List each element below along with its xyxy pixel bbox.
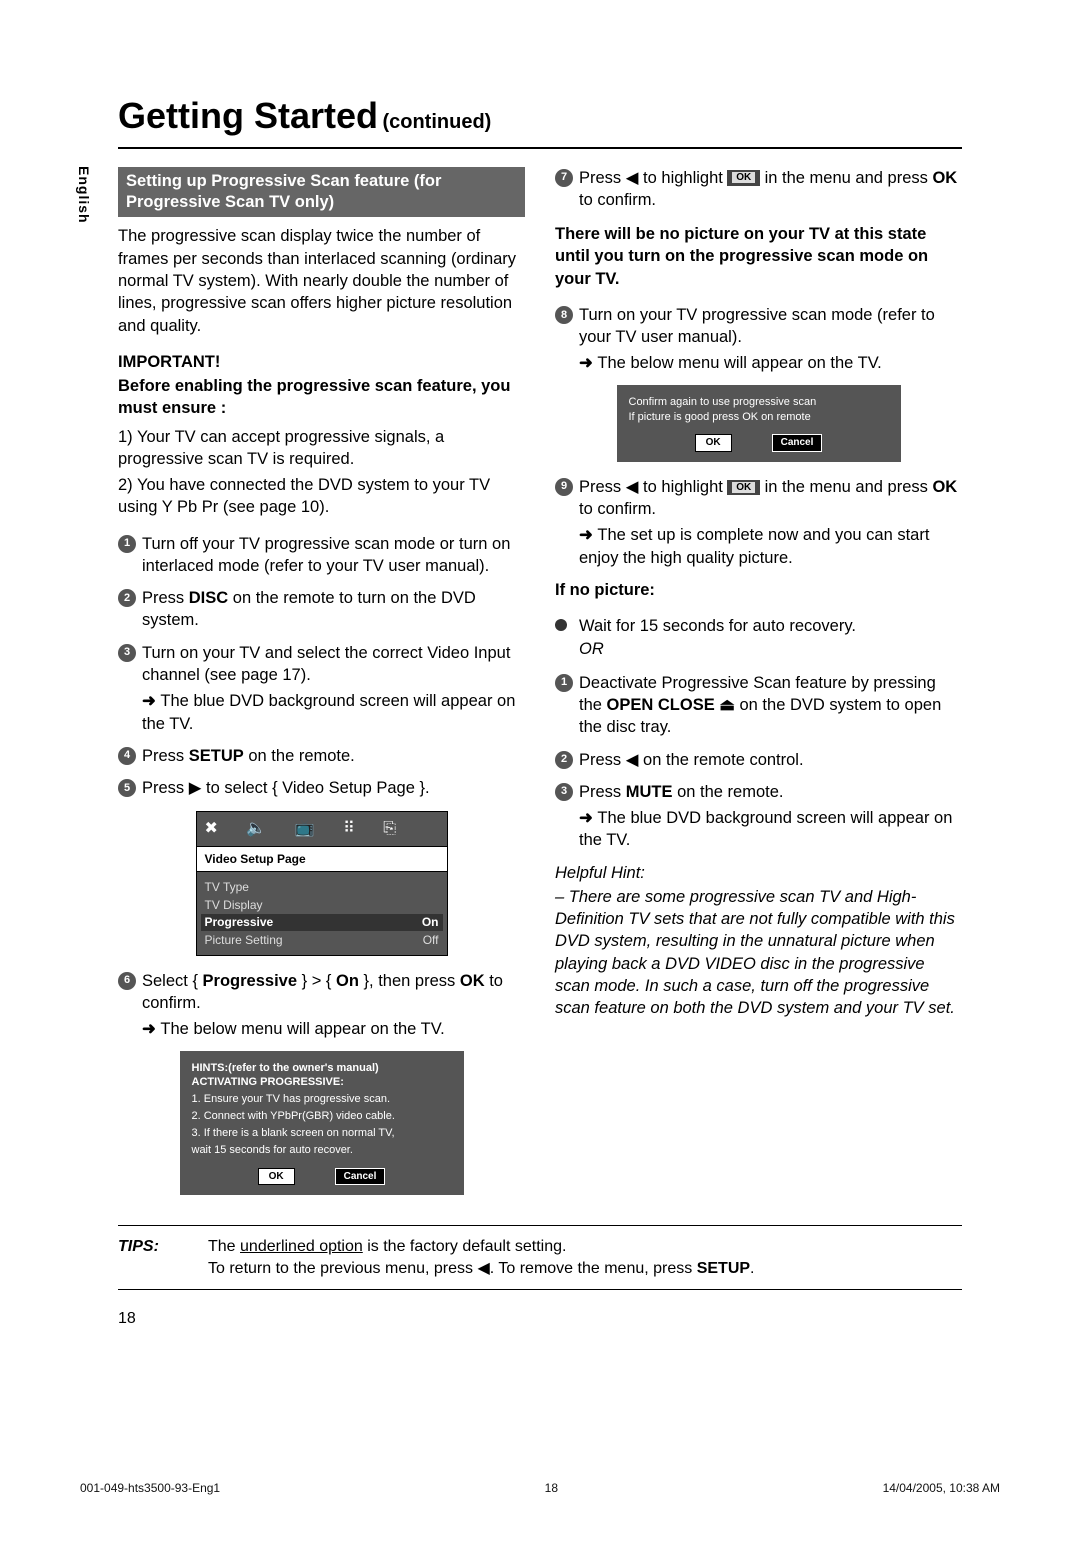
left-arrow-icon bbox=[626, 751, 639, 769]
step-4-key: SETUP bbox=[189, 747, 244, 765]
step-5-pre: Press bbox=[142, 779, 189, 797]
osd-icon-bar: ✖ 🔈 📺 ⠿ ⎘ bbox=[197, 812, 447, 846]
np-step-2: 2 Press on the remote control. bbox=[555, 749, 962, 771]
no-picture-wait: Wait for 15 seconds for auto recovery. O… bbox=[555, 615, 962, 660]
step-2-pre: Press bbox=[142, 589, 189, 607]
step-5-post: to select { Video Setup Page }. bbox=[201, 779, 429, 797]
no-picture-label: If no picture: bbox=[555, 579, 962, 601]
print-footer: 001-049-hts3500-93-Eng1 18 14/04/2005, 1… bbox=[80, 1480, 1000, 1496]
osd-hints-subtitle: ACTIVATING PROGRESSIVE: bbox=[192, 1075, 452, 1090]
helpful-hint-label: Helpful Hint: bbox=[555, 862, 962, 884]
helpful-hint-body: – There are some progressive scan TV and… bbox=[555, 886, 962, 1020]
osd-ok-button: OK bbox=[258, 1168, 295, 1186]
np-step-3-result: The blue DVD background screen will appe… bbox=[555, 807, 962, 852]
steps-list-left: 1Turn off your TV progressive scan mode … bbox=[118, 533, 525, 687]
page-title: Getting Started bbox=[118, 95, 378, 136]
step-9-result: The set up is complete now and you can s… bbox=[555, 524, 962, 569]
osd-hints-line: 3. If there is a blank screen on normal … bbox=[192, 1126, 452, 1141]
step-4-pre: Press bbox=[142, 747, 189, 765]
osd-buttons: OK Cancel bbox=[192, 1168, 452, 1186]
osd-hints-title: HINTS:(refer to the owner's manual) bbox=[192, 1061, 452, 1076]
osd-ok-button: OK bbox=[695, 434, 732, 452]
right-arrow-icon bbox=[189, 779, 202, 797]
step-3: 3Turn on your TV and select the correct … bbox=[118, 642, 525, 687]
page-title-row: Getting Started (continued) bbox=[118, 92, 962, 149]
step-8-text: Turn on your TV progressive scan mode (r… bbox=[579, 306, 935, 346]
osd-row-selected: ProgressiveOn bbox=[201, 914, 443, 930]
osd-hints-line: wait 15 seconds for auto recover. bbox=[192, 1143, 452, 1158]
no-picture-warning: There will be no picture on your TV at t… bbox=[555, 223, 962, 290]
osd-title: Video Setup Page bbox=[197, 846, 447, 872]
step-6: 6 Select { Progressive } > { On }, then … bbox=[118, 970, 525, 1015]
step-2: 2 Press DISC on the remote to turn on th… bbox=[118, 587, 525, 632]
tips-footer: TIPS: The underlined option is the facto… bbox=[118, 1225, 962, 1290]
osd-body: TV Type TV Display ProgressiveOn Picture… bbox=[197, 872, 447, 955]
section-heading: Setting up Progressive Scan feature (for… bbox=[118, 167, 525, 218]
left-column: Setting up Progressive Scan feature (for… bbox=[118, 167, 525, 1210]
left-arrow-icon bbox=[477, 1260, 489, 1277]
page-title-continued: (continued) bbox=[382, 111, 491, 133]
np-step-3: 3 Press MUTE on the remote. bbox=[555, 781, 962, 803]
steps-list-left-2: 4 Press SETUP on the remote. 5 Press to … bbox=[118, 745, 525, 800]
osd-cancel-button: Cancel bbox=[335, 1168, 386, 1186]
or-label: OR bbox=[579, 640, 604, 658]
osd-cancel-button: Cancel bbox=[772, 434, 823, 452]
bullet-icon bbox=[555, 619, 567, 631]
footer-timestamp: 14/04/2005, 10:38 AM bbox=[883, 1480, 1000, 1496]
step-3-text: Turn on your TV and select the correct V… bbox=[142, 644, 510, 684]
eject-icon bbox=[719, 696, 735, 714]
steps-list-left-3: 6 Select { Progressive } > { On }, then … bbox=[118, 970, 525, 1015]
tips-body: The underlined option is the factory def… bbox=[208, 1236, 962, 1279]
osd-row: Picture SettingOff bbox=[205, 931, 439, 949]
osd-confirm-line: If picture is good press OK on remote bbox=[629, 410, 889, 425]
step-4: 4 Press SETUP on the remote. bbox=[118, 745, 525, 767]
osd-confirm-dialog: Confirm again to use progressive scan If… bbox=[617, 385, 901, 462]
requirement-2: 2) You have connected the DVD system to … bbox=[118, 474, 525, 519]
osd-hints-line: 2. Connect with YPbPr(GBR) video cable. bbox=[192, 1109, 452, 1124]
important-text: Before enabling the progressive scan fea… bbox=[118, 375, 525, 420]
ok-chip-icon: OK bbox=[727, 170, 760, 186]
step-5: 5 Press to select { Video Setup Page }. bbox=[118, 777, 525, 799]
osd-hints-dialog: HINTS:(refer to the owner's manual) ACTI… bbox=[180, 1051, 464, 1196]
osd-video-setup: ✖ 🔈 📺 ⠿ ⎘ Video Setup Page TV Type TV Di… bbox=[196, 811, 448, 956]
steps-list-right-2: 8Turn on your TV progressive scan mode (… bbox=[555, 304, 962, 349]
right-column: 7 Press to highlight OK in the menu and … bbox=[555, 167, 962, 1210]
osd-buttons: OK Cancel bbox=[629, 434, 889, 452]
footer-page: 18 bbox=[545, 1480, 558, 1496]
osd-row: TV Type bbox=[205, 878, 439, 896]
language-tab: English bbox=[74, 166, 93, 224]
osd-row: TV Display bbox=[205, 896, 439, 914]
step-6-result: The below menu will appear on the TV. bbox=[118, 1018, 525, 1040]
no-picture-bullet-list: Wait for 15 seconds for auto recovery. O… bbox=[555, 615, 962, 660]
step-3-result: The blue DVD background screen will appe… bbox=[118, 690, 525, 735]
step-9: 9 Press to highlight OK in the menu and … bbox=[555, 476, 962, 521]
steps-list-right: 7 Press to highlight OK in the menu and … bbox=[555, 167, 962, 212]
step-2-key: DISC bbox=[189, 589, 228, 607]
content-columns: Setting up Progressive Scan feature (for… bbox=[118, 167, 962, 1210]
page-number: 18 bbox=[118, 1308, 962, 1330]
important-label: IMPORTANT! bbox=[118, 351, 525, 373]
left-arrow-icon bbox=[626, 478, 639, 496]
no-picture-steps: 1 Deactivate Progressive Scan feature by… bbox=[555, 672, 962, 803]
step-8-result: The below menu will appear on the TV. bbox=[555, 352, 962, 374]
step-4-post: on the remote. bbox=[244, 747, 355, 765]
requirement-1: 1) Your TV can accept progressive signal… bbox=[118, 426, 525, 471]
left-arrow-icon bbox=[626, 169, 639, 187]
osd-hints-line: 1. Ensure your TV has progressive scan. bbox=[192, 1092, 452, 1107]
manual-page: English Getting Started (continued) Sett… bbox=[0, 0, 1080, 1544]
step-1: 1Turn off your TV progressive scan mode … bbox=[118, 533, 525, 578]
intro-paragraph: The progressive scan display twice the n… bbox=[118, 225, 525, 336]
footer-filename: 001-049-hts3500-93-Eng1 bbox=[80, 1480, 220, 1496]
osd-confirm-line: Confirm again to use progressive scan bbox=[629, 395, 889, 410]
steps-list-right-3: 9 Press to highlight OK in the menu and … bbox=[555, 476, 962, 521]
tips-label: TIPS: bbox=[118, 1236, 178, 1279]
step-8: 8Turn on your TV progressive scan mode (… bbox=[555, 304, 962, 349]
ok-chip-icon: OK bbox=[727, 480, 760, 496]
np-step-1: 1 Deactivate Progressive Scan feature by… bbox=[555, 672, 962, 739]
step-7: 7 Press to highlight OK in the menu and … bbox=[555, 167, 962, 212]
step-1-text: Turn off your TV progressive scan mode o… bbox=[142, 535, 510, 575]
